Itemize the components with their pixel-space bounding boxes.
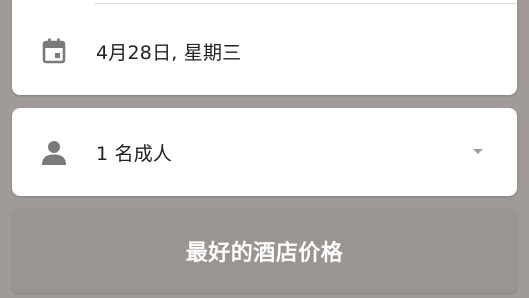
guests-selector[interactable]: 1 名成人 <box>12 135 517 169</box>
best-hotel-prices-label: 最好的酒店价格 <box>185 241 344 266</box>
date-value: 4月28日, 星期三 <box>96 41 242 64</box>
person-icon <box>40 138 68 166</box>
date-card: 4月28日, 星期三 <box>12 0 517 95</box>
dropdown-arrow-icon[interactable] <box>473 149 483 154</box>
guests-value: 1 名成人 <box>96 142 173 165</box>
calendar-icon <box>40 37 68 65</box>
divider <box>94 3 517 4</box>
date-selector[interactable]: 4月28日, 星期三 <box>12 34 517 68</box>
guests-card: 1 名成人 <box>12 108 517 196</box>
best-hotel-prices-button[interactable]: 最好的酒店价格 <box>12 209 517 293</box>
hotel-search-screen: 4月28日, 星期三 1 名成人 最好的酒店价格 <box>0 0 529 298</box>
